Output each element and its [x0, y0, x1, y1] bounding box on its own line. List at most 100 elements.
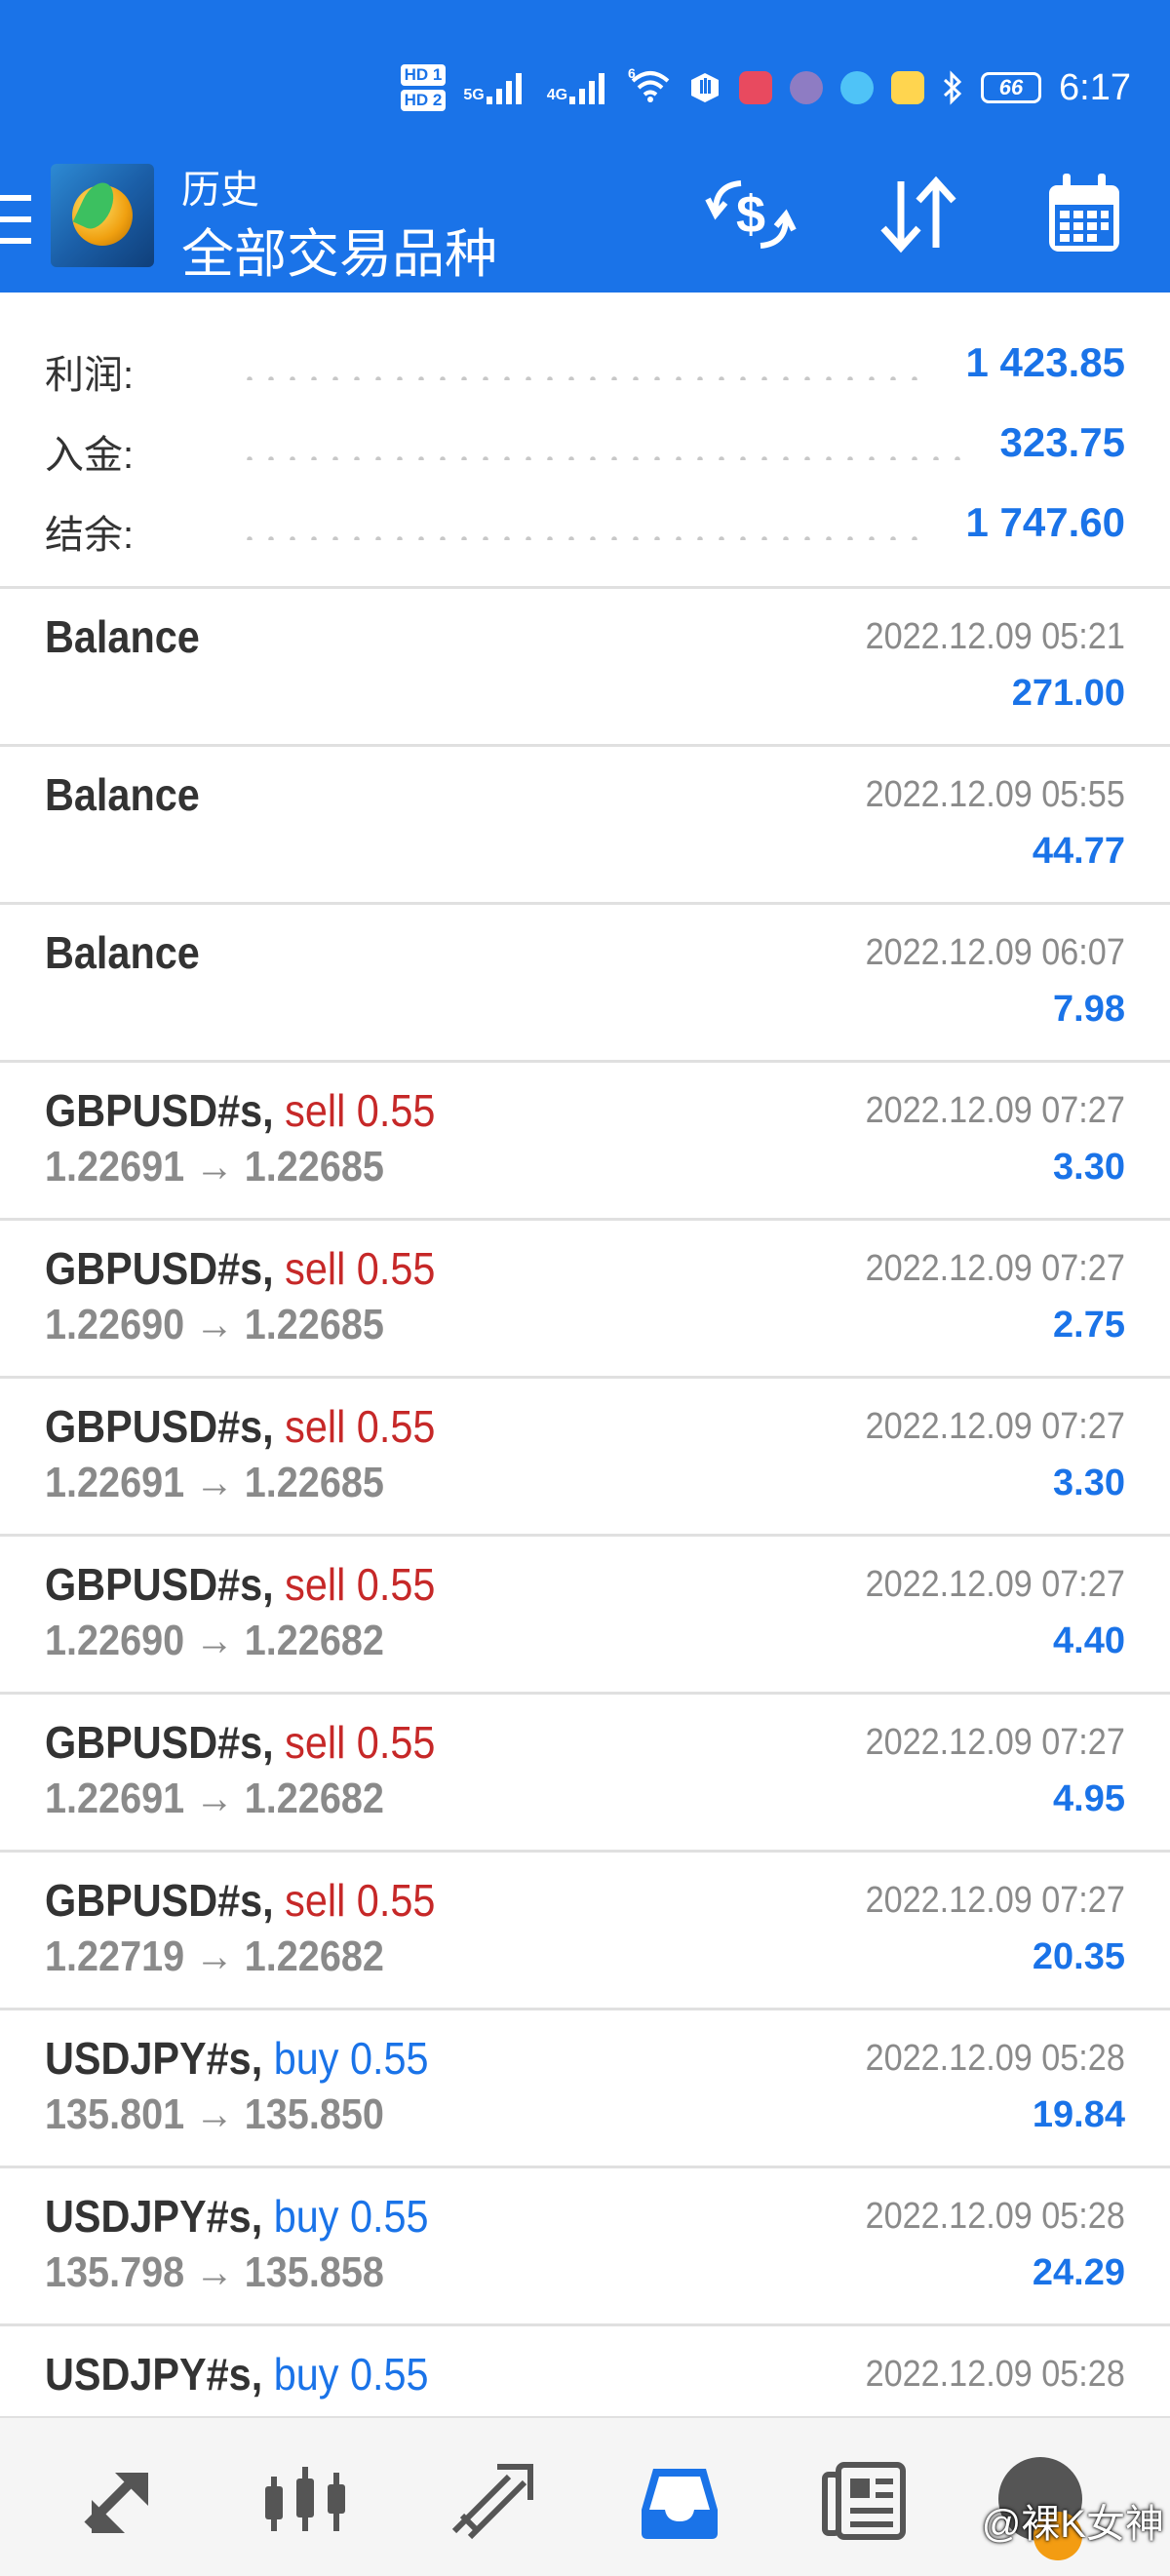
- deal-time: 2022.12.09 07:27: [865, 1406, 1125, 1447]
- list-item[interactable]: GBPUSD#s, sell 0.55 1.22690 → 1.22685 20…: [0, 1221, 1170, 1379]
- list-item[interactable]: Balance 2022.12.09 05:21 271.00: [0, 589, 1170, 747]
- hd2-label: HD 2: [400, 90, 447, 111]
- summary-deposit-row: 入金: 323.75: [0, 406, 1170, 486]
- menu-icon[interactable]: [0, 195, 31, 246]
- deal-symbol: GBPUSD#s,: [45, 1559, 274, 1610]
- signal-icon: [569, 71, 612, 104]
- deal-profit: 20.35: [1032, 1936, 1125, 1977]
- deal-side: buy 0.55: [273, 2349, 429, 2400]
- signal-icon: [486, 71, 529, 104]
- summary-balance-row: 结余: 1 747.60: [0, 486, 1170, 566]
- deal-symbol: GBPUSD#s,: [45, 1875, 274, 1926]
- balance-label: 结余:: [45, 514, 135, 557]
- deal-prices: 135.798 → 135.858: [45, 2248, 384, 2296]
- book-app-icon: [739, 71, 773, 104]
- dot-leader: [239, 456, 970, 460]
- deal-symbol: Balance: [45, 611, 200, 662]
- summary-panel: 利润: 1 423.85 入金: 323.75 结余: 1 747.60: [0, 293, 1170, 589]
- calendar-icon[interactable]: [1035, 166, 1133, 263]
- hd1-label: HD 1: [400, 64, 447, 86]
- deal-profit: 44.77: [1032, 831, 1125, 872]
- deal-prices: 1.22719 → 1.22682: [45, 1932, 384, 1980]
- watermark: @裸K女神: [981, 2503, 1164, 2546]
- deal-symbol: GBPUSD#s,: [45, 1085, 274, 1136]
- deal-time: 2022.12.09 07:27: [865, 1564, 1125, 1605]
- currency-exchange-icon[interactable]: $: [702, 166, 800, 263]
- deal-symbol: USDJPY#s,: [45, 2349, 263, 2400]
- deal-profit: 3.30: [1053, 1147, 1125, 1188]
- bluetooth-icon: [944, 70, 962, 105]
- battery-icon: 66: [981, 72, 1042, 103]
- app-logo: [51, 164, 154, 267]
- svg-text:$: $: [736, 185, 765, 244]
- app-icon: [790, 71, 824, 104]
- deal-symbol: GBPUSD#s,: [45, 1401, 274, 1452]
- deal-prices: 1.22691 → 1.22685: [45, 1459, 384, 1506]
- profit-value: 1 423.85: [965, 339, 1126, 385]
- page-title-small: 历史: [181, 169, 259, 212]
- list-item[interactable]: Balance 2022.12.09 06:07 7.98: [0, 905, 1170, 1063]
- list-item[interactable]: GBPUSD#s, sell 0.55 1.22690 → 1.22682 20…: [0, 1537, 1170, 1695]
- app-bar: 历史 全部交易品种 $: [0, 146, 1170, 293]
- app-header: HD 1 HD 2 5G 4G 6 66 6:17 历史 全部交易品种 $: [0, 0, 1170, 293]
- deal-profit: 7.98: [1053, 989, 1125, 1030]
- balance-value: 1 747.60: [965, 499, 1126, 545]
- deal-time: 2022.12.09 05:55: [865, 774, 1125, 815]
- dot-leader: [239, 536, 921, 540]
- deal-symbol: USDJPY#s,: [45, 2191, 263, 2242]
- deal-time: 2022.12.09 07:27: [865, 1722, 1125, 1763]
- list-item[interactable]: GBPUSD#s, sell 0.55 1.22691 → 1.22685 20…: [0, 1063, 1170, 1221]
- deal-prices: 1.22690 → 1.22682: [45, 1617, 384, 1664]
- chart-icon[interactable]: [261, 2457, 349, 2545]
- deal-time: 2022.12.09 05:28: [865, 2038, 1125, 2079]
- list-item[interactable]: GBPUSD#s, sell 0.55 1.22719 → 1.22682 20…: [0, 1853, 1170, 2010]
- bottom-nav: @裸K女神: [0, 2416, 1170, 2576]
- deal-time: 2022.12.09 07:27: [865, 1880, 1125, 1921]
- wifi-gen-label: 6: [628, 64, 636, 81]
- list-item[interactable]: USDJPY#s, buy 0.55 135.801 → 135.850 202…: [0, 2010, 1170, 2168]
- list-item[interactable]: USDJPY#s, buy 0.55 135.798 → 135.858 202…: [0, 2168, 1170, 2326]
- deal-time: 2022.12.09 07:27: [865, 1248, 1125, 1289]
- deal-time: 2022.12.09 05:21: [865, 616, 1125, 657]
- deal-side: buy 0.55: [273, 2033, 429, 2084]
- list-item[interactable]: GBPUSD#s, sell 0.55 1.22691 → 1.22682 20…: [0, 1695, 1170, 1853]
- deal-profit: 3.30: [1053, 1463, 1125, 1503]
- history-icon[interactable]: [636, 2457, 723, 2545]
- quotes-icon[interactable]: [76, 2457, 164, 2545]
- sort-icon[interactable]: [870, 166, 967, 263]
- page-title[interactable]: 全部交易品种: [181, 211, 497, 288]
- trade-icon[interactable]: [448, 2457, 536, 2545]
- list-item[interactable]: Balance 2022.12.09 05:55 44.77: [0, 747, 1170, 905]
- deal-prices: 1.22691 → 1.22685: [45, 1143, 384, 1190]
- deal-symbol: Balance: [45, 927, 200, 978]
- net1-label: 5G: [463, 87, 485, 103]
- deal-side: sell 0.55: [285, 1875, 436, 1926]
- deal-side: sell 0.55: [285, 1243, 436, 1294]
- deal-side: sell 0.55: [285, 1085, 436, 1136]
- signal-4g: 4G: [547, 71, 612, 104]
- deal-prices: 1.22690 → 1.22685: [45, 1301, 384, 1348]
- deal-side: sell 0.55: [285, 1559, 436, 1610]
- deal-symbol: USDJPY#s,: [45, 2033, 263, 2084]
- deal-profit: 4.40: [1053, 1620, 1125, 1661]
- deal-profit: 271.00: [1011, 673, 1125, 714]
- deposit-label: 入金:: [45, 434, 135, 477]
- deposit-value: 323.75: [999, 419, 1125, 465]
- net2-label: 4G: [546, 87, 568, 103]
- hd-indicator: HD 1 HD 2: [400, 64, 447, 111]
- deal-profit: 2.75: [1053, 1305, 1125, 1346]
- deal-prices: 135.801 → 135.850: [45, 2090, 384, 2138]
- dot-leader: [239, 376, 921, 380]
- deal-profit: 24.29: [1032, 2252, 1125, 2293]
- deal-side: buy 0.55: [273, 2191, 429, 2242]
- browser-app-icon: [840, 71, 875, 104]
- clock: 6:17: [1059, 66, 1131, 108]
- deal-time: 2022.12.09 05:28: [865, 2196, 1125, 2237]
- mail-app-icon: [891, 71, 925, 104]
- status-icons: HD 1 HD 2 5G 4G 6 66 6:17: [400, 54, 1170, 122]
- list-item[interactable]: GBPUSD#s, sell 0.55 1.22691 → 1.22685 20…: [0, 1379, 1170, 1537]
- deal-time: 2022.12.09 05:28: [865, 2354, 1125, 2395]
- status-bar: HD 1 HD 2 5G 4G 6 66 6:17: [0, 0, 1170, 146]
- deal-time: 2022.12.09 06:07: [865, 932, 1125, 973]
- news-icon[interactable]: [821, 2457, 909, 2545]
